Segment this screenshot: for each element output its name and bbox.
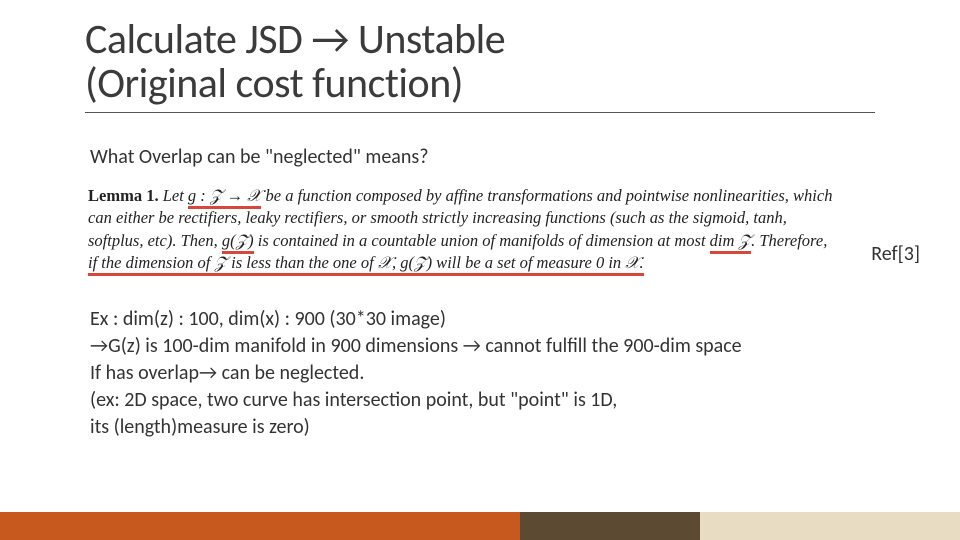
ex-line-3: If has overlap→ can be neglected. bbox=[90, 360, 870, 387]
title-underline bbox=[85, 112, 875, 113]
lemma-quote: Lemma 1. Let g : 𝒵 → 𝒳 be a function com… bbox=[88, 185, 833, 274]
ex-line-2: →G(z) is 100-dim manifold in 900 dimensi… bbox=[90, 333, 870, 360]
title-block: Calculate JSD → Unstable (Original cost … bbox=[85, 18, 885, 113]
lemma-conclusion: if the dimension of 𝒵 is less than the o… bbox=[88, 252, 644, 274]
slide: Calculate JSD → Unstable (Original cost … bbox=[0, 0, 960, 540]
example-block: Ex : dim(z) : 100, dim(x) : 900 (30*30 i… bbox=[90, 306, 870, 441]
lemma-label: Lemma 1. bbox=[88, 186, 159, 205]
lemma-t1: Let bbox=[159, 186, 188, 205]
lemma-map: g : 𝒵 → 𝒳 bbox=[188, 185, 262, 207]
lemma-t4: . Therefore, bbox=[751, 231, 827, 250]
ex-line-5: its (length)measure is zero) bbox=[90, 414, 870, 441]
footer-orange bbox=[0, 512, 520, 540]
subheading: What Overlap can be "neglected" means? bbox=[90, 145, 428, 169]
slide-title: Calculate JSD → Unstable (Original cost … bbox=[85, 18, 885, 106]
footer-brown bbox=[520, 512, 700, 540]
ex-line-1: Ex : dim(z) : 100, dim(x) : 900 (30*30 i… bbox=[90, 306, 870, 333]
citation-ref: Ref[3] bbox=[871, 242, 920, 266]
lemma-dimz: dim 𝒵 bbox=[710, 230, 751, 252]
ex-line-4: (ex: 2D space, two curve has intersectio… bbox=[90, 387, 870, 414]
lemma-t3: is contained in a countable union of man… bbox=[254, 231, 710, 250]
footer-accent bbox=[0, 512, 960, 540]
footer-beige bbox=[700, 512, 960, 540]
lemma-gz: g(𝒵) bbox=[222, 230, 254, 252]
title-line2: (Original cost function) bbox=[85, 58, 463, 109]
